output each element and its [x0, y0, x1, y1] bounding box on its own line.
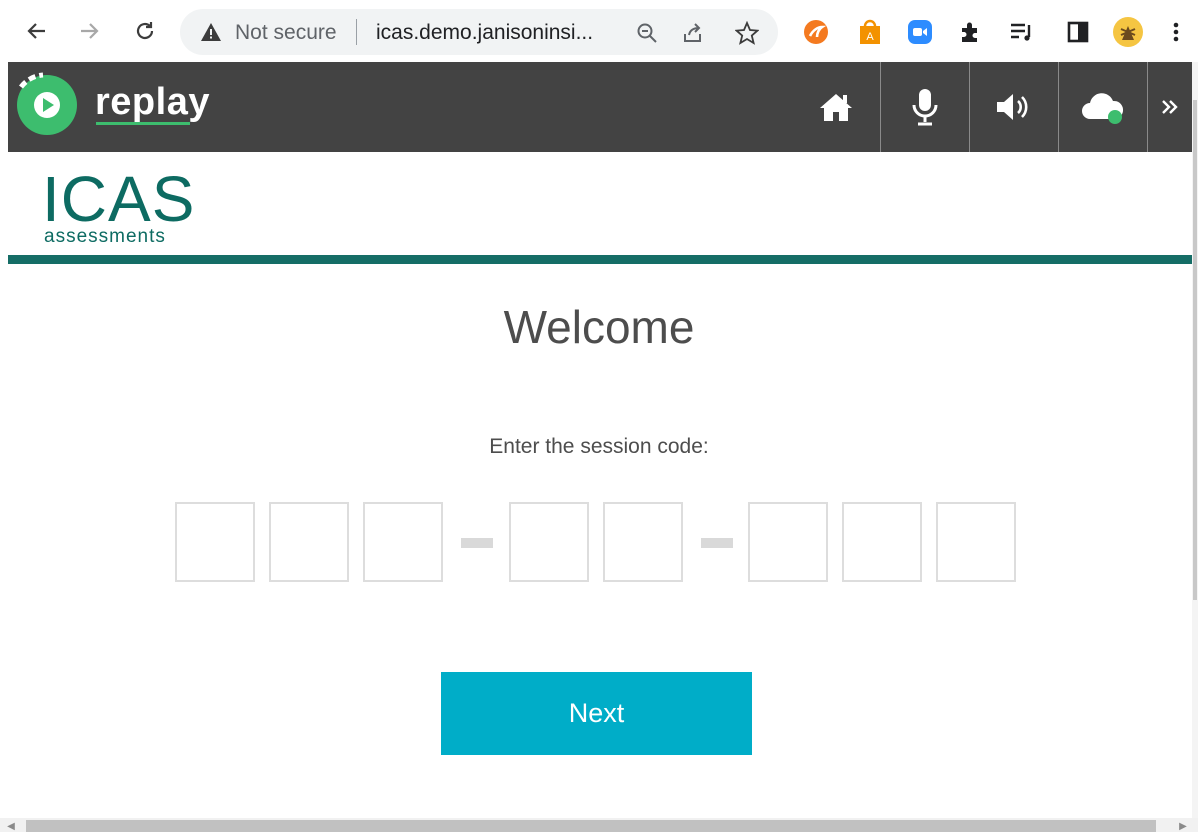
address-bar[interactable]: Not secure icas.demo.janisoninsi...	[180, 9, 778, 55]
code-separator	[701, 538, 733, 548]
zoom-extension-icon[interactable]	[906, 18, 934, 46]
code-separator	[461, 538, 493, 548]
scroll-left-icon[interactable]: ◀	[4, 820, 18, 832]
icas-title: ICAS	[42, 163, 196, 235]
replay-underline	[96, 122, 190, 125]
avast-extension-icon[interactable]	[802, 18, 830, 46]
home-button[interactable]	[792, 62, 880, 152]
reload-icon[interactable]	[128, 14, 162, 48]
security-status[interactable]: Not secure	[235, 21, 337, 45]
puzzle-icon[interactable]	[956, 18, 984, 46]
microphone-icon	[912, 89, 938, 126]
media-queue-icon[interactable]	[1008, 18, 1036, 46]
session-code-box-5[interactable]	[603, 502, 683, 582]
warning-icon	[201, 23, 221, 41]
side-panel-icon[interactable]	[1064, 18, 1092, 46]
session-code-box-8[interactable]	[936, 502, 1016, 582]
browser-toolbar: Not secure icas.demo.janisoninsi... A	[0, 0, 1198, 62]
replay-logo-icon	[17, 72, 77, 135]
session-code-box-2[interactable]	[269, 502, 349, 582]
next-button[interactable]: Next	[441, 672, 752, 755]
session-code-box-6[interactable]	[748, 502, 828, 582]
omnibox-divider	[356, 19, 357, 45]
replay-toolbar: replay	[8, 62, 1192, 152]
forward-arrow-icon[interactable]	[72, 14, 106, 48]
horizontal-scrollbar-thumb[interactable]	[26, 820, 1156, 832]
session-code-box-7[interactable]	[842, 502, 922, 582]
session-code-box-3[interactable]	[363, 502, 443, 582]
share-icon[interactable]	[680, 20, 706, 46]
microphone-button[interactable]	[880, 62, 969, 152]
more-tools-button[interactable]	[1147, 62, 1192, 152]
zoom-out-icon[interactable]	[634, 20, 660, 46]
back-arrow-icon[interactable]	[20, 14, 54, 48]
vertical-scrollbar-thumb[interactable]	[1193, 100, 1197, 600]
svg-text:A: A	[866, 31, 874, 43]
scroll-right-icon[interactable]: ▶	[1176, 820, 1190, 832]
kebab-menu-icon[interactable]	[1162, 18, 1190, 46]
welcome-heading: Welcome	[503, 301, 695, 353]
header-divider	[8, 255, 1192, 264]
speaker-button[interactable]	[969, 62, 1058, 152]
home-icon	[820, 94, 852, 121]
session-code-box-4[interactable]	[509, 502, 589, 582]
url-text[interactable]: icas.demo.janisoninsi...	[376, 21, 593, 45]
speaker-icon	[997, 94, 1028, 120]
session-code-box-1[interactable]	[175, 502, 255, 582]
bookmark-star-icon[interactable]	[734, 20, 760, 46]
shopping-extension-icon[interactable]: A	[856, 18, 884, 46]
double-chevron-icon	[1162, 100, 1178, 114]
cloud-status-button[interactable]	[1058, 62, 1147, 152]
icas-logo: ICAS assessments	[42, 163, 196, 246]
session-code-prompt: Enter the session code:	[489, 435, 709, 458]
profile-avatar[interactable]	[1112, 16, 1144, 48]
replay-wordmark: replay	[95, 81, 210, 123]
cloud-status-icon	[1082, 93, 1124, 124]
